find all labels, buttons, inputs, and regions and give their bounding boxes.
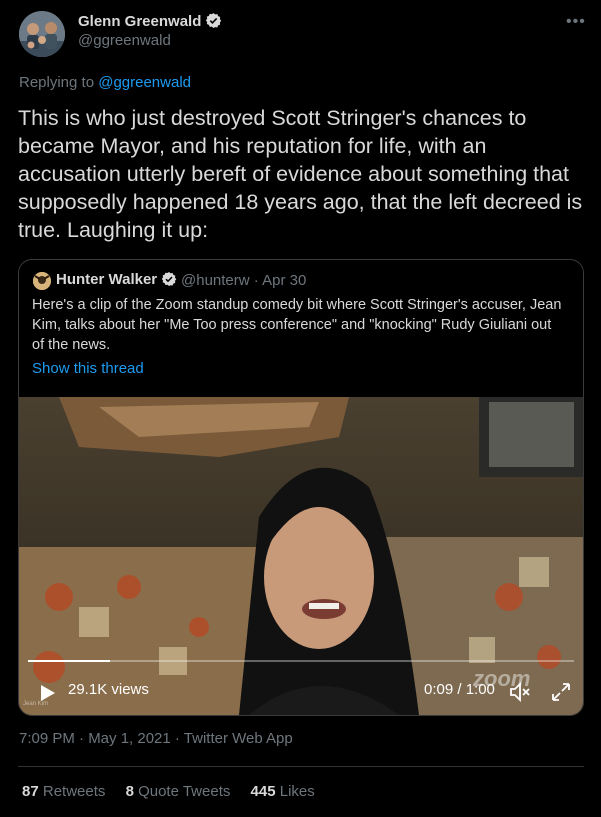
verified-badge-icon xyxy=(161,271,177,291)
verified-badge-icon xyxy=(205,12,222,33)
quote-tweets-label: Quote Tweets xyxy=(138,783,231,800)
replying-to-label: Replying to xyxy=(19,74,99,91)
quote-tweets-count: 8 xyxy=(125,783,134,800)
play-icon[interactable] xyxy=(37,683,57,703)
video-time: 0:09 / 1:00 xyxy=(424,681,495,698)
quoted-tweet-text: Here's a clip of the Zoom standup comedy… xyxy=(32,297,562,353)
video-player[interactable]: zoom Jean Kim 29.1K views 0:09 / 1:00 xyxy=(19,397,583,715)
author-avatar[interactable] xyxy=(19,11,65,57)
video-views: 29.1K views xyxy=(68,681,149,698)
author-handle[interactable]: @ggreenwald xyxy=(78,32,171,49)
divider xyxy=(18,766,584,767)
tweet-stats: 87 Retweets 8 Quote Tweets 445 Likes xyxy=(22,783,331,800)
tweet-text: This is who just destroyed Scott Stringe… xyxy=(18,106,583,242)
quoted-author-name-text: Hunter Walker xyxy=(56,271,158,288)
retweets-stat[interactable]: 87 Retweets xyxy=(22,783,105,800)
quoted-author-name[interactable]: Hunter Walker xyxy=(56,271,177,291)
quoted-author-avatar[interactable] xyxy=(33,272,51,290)
video-progress-bar[interactable] xyxy=(28,660,574,662)
likes-label: Likes xyxy=(279,783,315,800)
show-thread-link[interactable]: Show this thread xyxy=(32,360,144,377)
replying-to: Replying to @ggreenwald xyxy=(19,74,191,91)
mute-icon[interactable] xyxy=(508,681,532,703)
retweets-label: Retweets xyxy=(42,783,106,800)
replying-to-mention[interactable]: @ggreenwald xyxy=(98,74,191,91)
video-progress-fill xyxy=(28,660,110,662)
more-options-icon[interactable]: ••• xyxy=(566,13,586,31)
retweets-count: 87 xyxy=(22,783,39,800)
likes-count: 445 xyxy=(250,783,276,800)
author-name[interactable]: Glenn Greenwald xyxy=(78,12,222,33)
fullscreen-icon[interactable] xyxy=(550,681,572,703)
likes-stat[interactable]: 445 Likes xyxy=(251,783,315,800)
quoted-author-handle-date: @hunterw · Apr 30 xyxy=(181,272,307,289)
quote-tweets-stat[interactable]: 8 Quote Tweets xyxy=(126,783,231,800)
tweet-timestamp[interactable]: 7:09 PM · May 1, 2021 · Twitter Web App xyxy=(19,730,293,747)
author-name-text: Glenn Greenwald xyxy=(78,13,202,30)
quoted-tweet[interactable]: Hunter Walker @hunterw · Apr 30 Here's a… xyxy=(18,259,584,716)
